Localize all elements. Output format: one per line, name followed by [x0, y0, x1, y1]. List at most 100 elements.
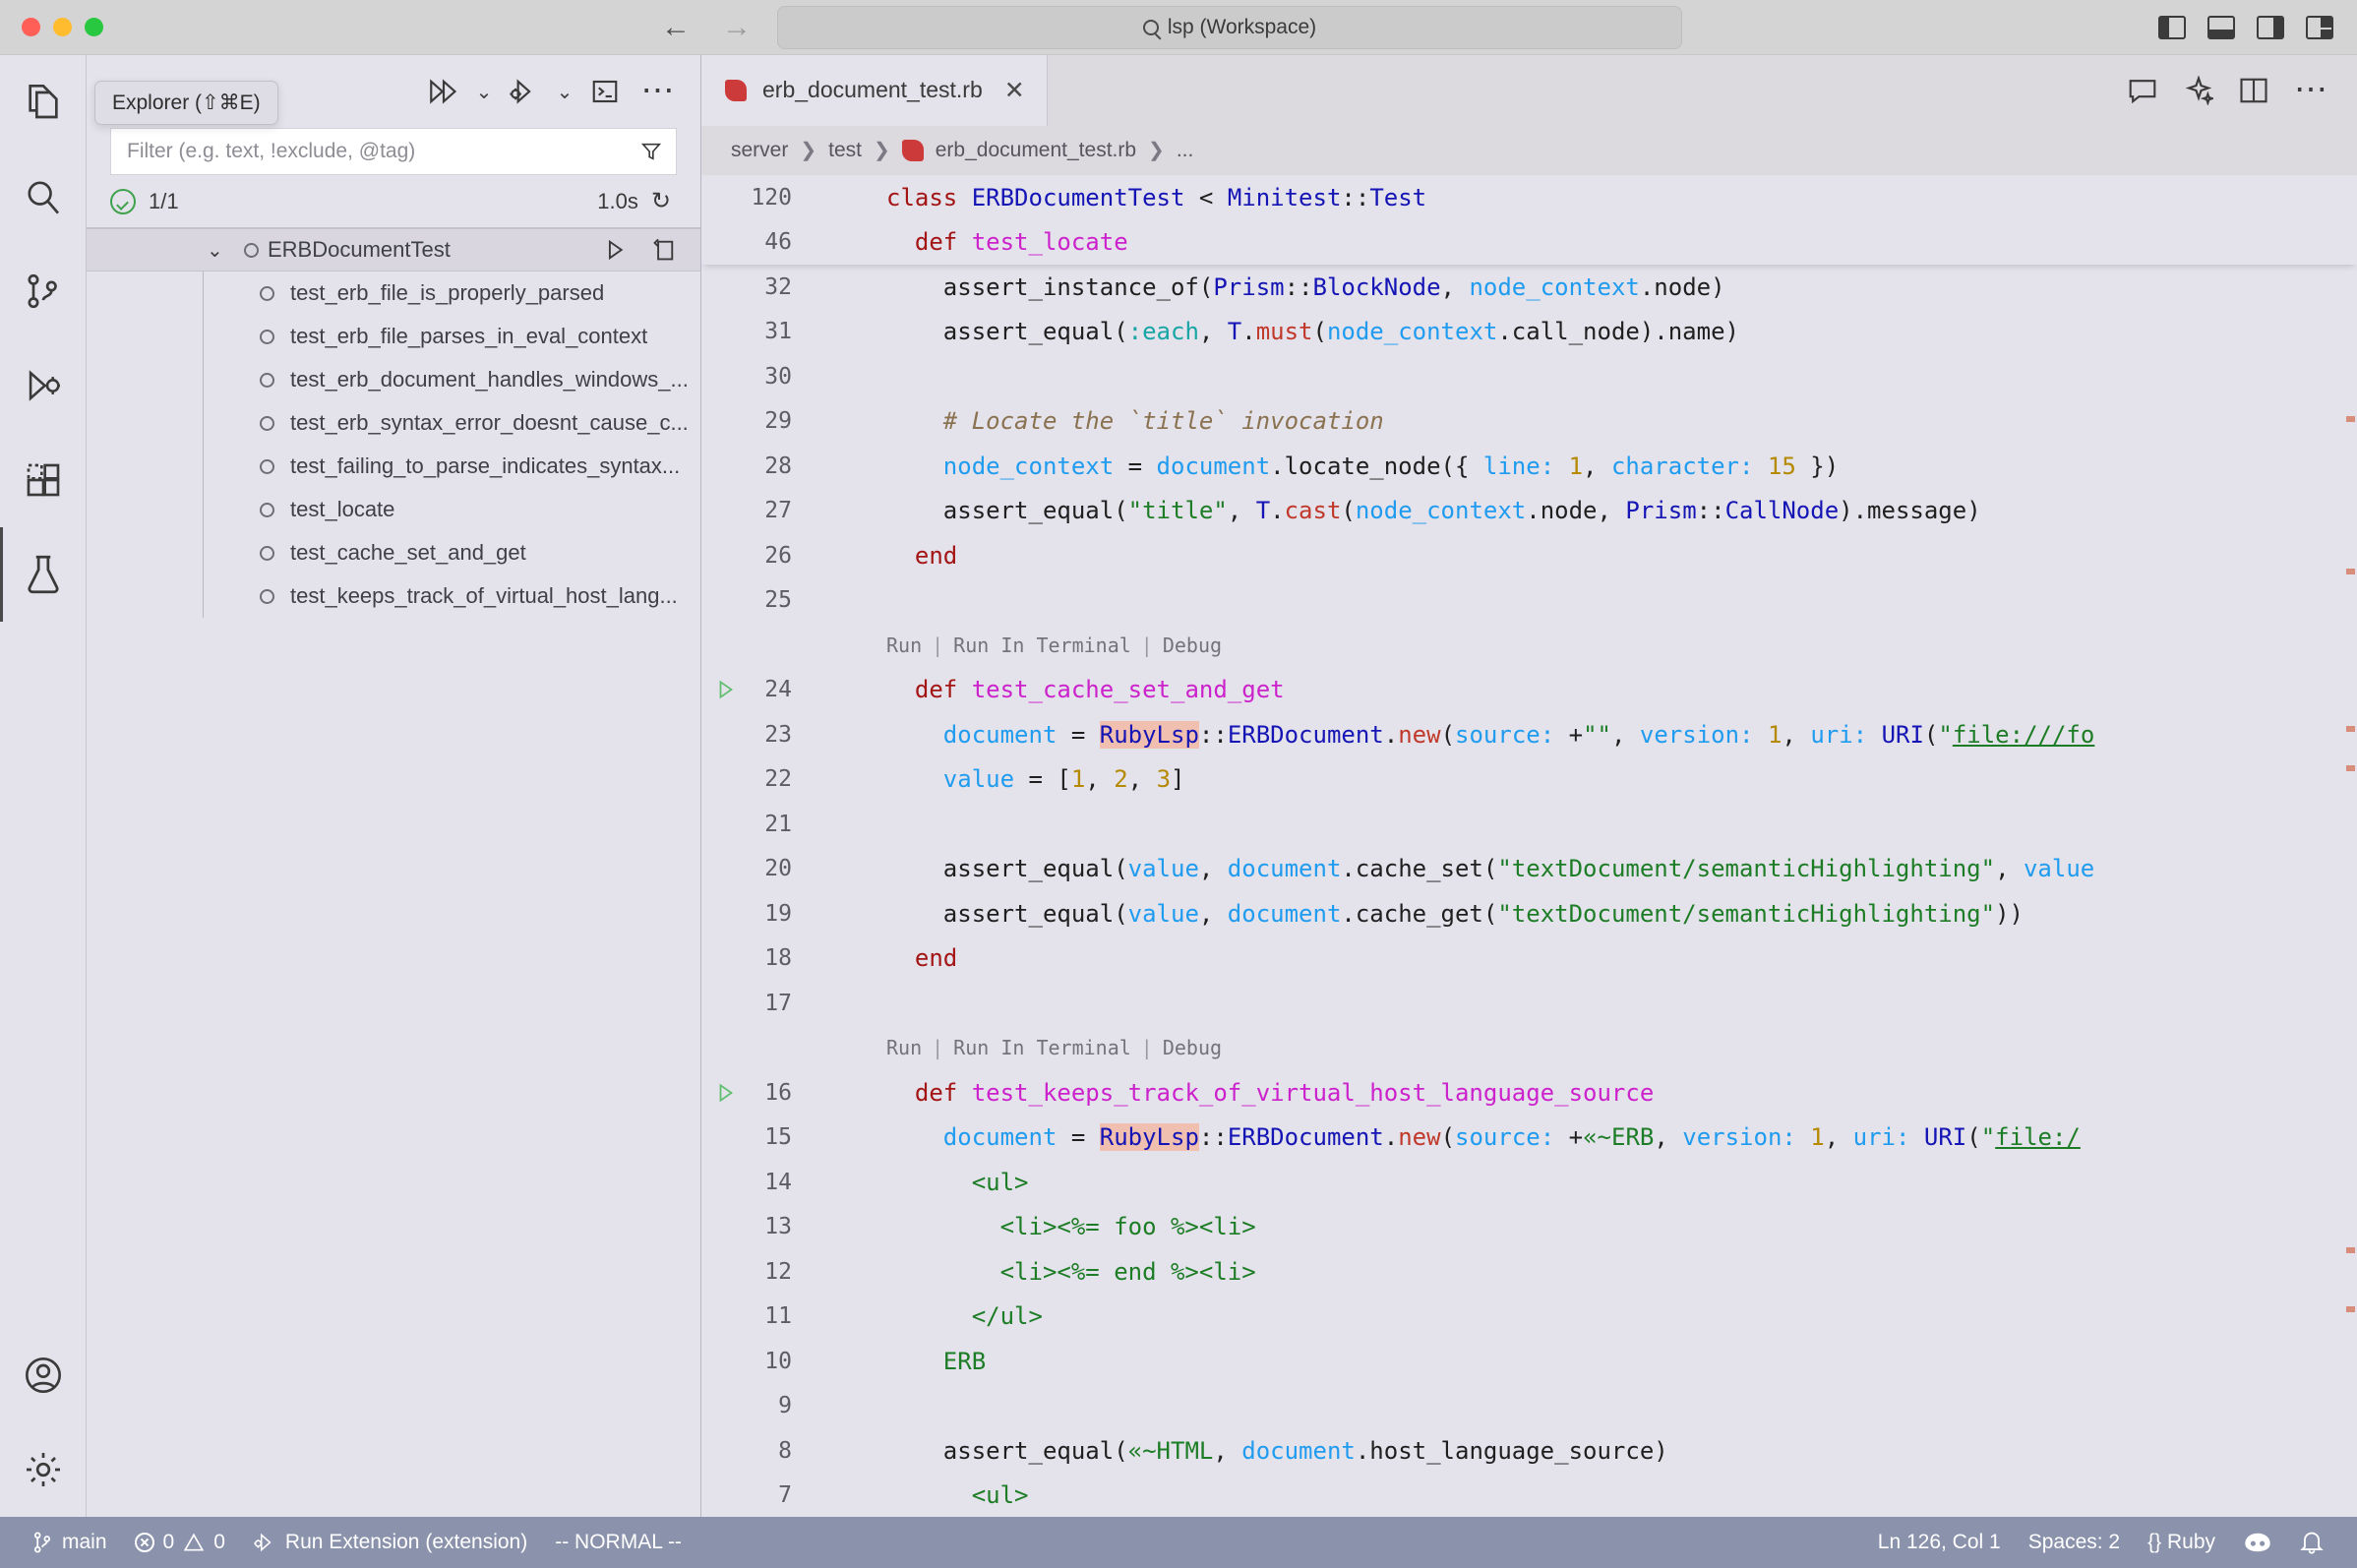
code-line[interactable]: 20 assert_equal(value, document.cache_se…: [701, 846, 2357, 891]
code-line[interactable]: 9: [701, 1383, 2357, 1428]
test-item-row[interactable]: test_erb_syntax_error_doesnt_cause_c...: [87, 401, 700, 445]
code-line[interactable]: 24 def test_cache_set_and_get: [701, 667, 2357, 712]
code-line[interactable]: 19 assert_equal(value, document.cache_ge…: [701, 891, 2357, 936]
test-item-row[interactable]: test_keeps_track_of_virtual_host_lang...: [87, 574, 700, 618]
line-number[interactable]: 26: [701, 543, 827, 569]
line-number[interactable]: 8: [701, 1438, 827, 1464]
breadcrumb-item-3[interactable]: ...: [1177, 139, 1194, 162]
code-line[interactable]: 22 value = [1, 2, 3]: [701, 756, 2357, 802]
run-icon[interactable]: [604, 238, 630, 262]
line-number[interactable]: 29: [701, 408, 827, 434]
maximize-window-button[interactable]: [85, 18, 103, 36]
codelens-action[interactable]: Run In Terminal: [953, 633, 1131, 657]
line-content[interactable]: class ERBDocumentTest < Minitest::Test: [873, 184, 2357, 211]
line-number[interactable]: 120: [701, 185, 827, 211]
codelens-row[interactable]: Run | Run In Terminal | Debug: [701, 1025, 2357, 1070]
code-line[interactable]: 30: [701, 354, 2357, 399]
minimize-window-button[interactable]: [53, 18, 72, 36]
line-content[interactable]: def test_cache_set_and_get: [873, 676, 2357, 703]
accounts-button[interactable]: [0, 1328, 87, 1422]
code-line[interactable]: 21: [701, 802, 2357, 847]
toggle-primary-sidebar-icon[interactable]: [2158, 15, 2186, 39]
close-icon[interactable]: ✕: [1004, 76, 1025, 105]
codelens-row[interactable]: Run | Run In Terminal | Debug: [701, 623, 2357, 668]
line-number[interactable]: 32: [701, 274, 827, 300]
status-branch[interactable]: main: [18, 1517, 121, 1568]
code-line[interactable]: 32 assert_instance_of(Prism::BlockNode, …: [701, 265, 2357, 310]
sidebar-item-explorer[interactable]: [0, 55, 87, 150]
forward-icon[interactable]: →: [722, 12, 752, 42]
code-line[interactable]: 27 assert_equal("title", T.cast(node_con…: [701, 488, 2357, 533]
editor-tab[interactable]: erb_document_test.rb ✕: [701, 55, 1048, 126]
window-controls[interactable]: [0, 18, 103, 36]
line-number[interactable]: 15: [701, 1124, 827, 1150]
code-line[interactable]: 17: [701, 981, 2357, 1026]
line-number[interactable]: 46: [701, 229, 827, 255]
code-line[interactable]: 31 assert_equal(:each, T.must(node_conte…: [701, 309, 2357, 354]
test-item-row[interactable]: test_cache_set_and_get: [87, 531, 700, 574]
line-number[interactable]: 7: [701, 1482, 827, 1508]
code-line[interactable]: 16 def test_keeps_track_of_virtual_host_…: [701, 1070, 2357, 1116]
test-item-row[interactable]: test_erb_file_is_properly_parsed: [87, 271, 700, 315]
line-number[interactable]: 9: [701, 1393, 827, 1418]
status-debug-target[interactable]: Run Extension (extension): [239, 1517, 541, 1568]
line-number[interactable]: 22: [701, 766, 827, 792]
line-content[interactable]: document = RubyLsp::ERBDocument.new(sour…: [873, 720, 2357, 749]
code-line[interactable]: 28 node_context = document.locate_node({…: [701, 444, 2357, 489]
code-line[interactable]: 13 <li><%= foo %><li>: [701, 1204, 2357, 1249]
run-all-tests-button[interactable]: [417, 65, 470, 118]
split-editor-icon[interactable]: [2239, 77, 2268, 104]
sidebar-item-run-and-debug[interactable]: [0, 338, 87, 433]
code-line[interactable]: 23 document = RubyLsp::ERBDocument.new(s…: [701, 712, 2357, 757]
show-test-output-button[interactable]: [578, 65, 632, 118]
breadcrumb-item-2[interactable]: erb_document_test.rb: [936, 139, 1136, 162]
code-line[interactable]: 15 document = RubyLsp::ERBDocument.new(s…: [701, 1115, 2357, 1160]
code-line[interactable]: 11 </ul>: [701, 1294, 2357, 1339]
code-line[interactable]: 120 class ERBDocumentTest < Minitest::Tes…: [701, 175, 2357, 220]
line-content[interactable]: def test_locate: [873, 228, 2357, 256]
code-line[interactable]: 8 assert_equal(«~HTML, document.host_lan…: [701, 1428, 2357, 1474]
line-number[interactable]: 19: [701, 901, 827, 927]
code-line[interactable]: 7 <ul>: [701, 1473, 2357, 1517]
test-item-row[interactable]: test_failing_to_parse_indicates_syntax..…: [87, 445, 700, 488]
line-number[interactable]: 14: [701, 1170, 827, 1195]
status-problems[interactable]: 0 0: [121, 1517, 239, 1568]
test-item-row[interactable]: test_erb_file_parses_in_eval_context: [87, 315, 700, 358]
line-number[interactable]: 23: [701, 722, 827, 748]
chevron-down-icon[interactable]: ⌄: [207, 238, 223, 263]
sidebar-item-extensions[interactable]: [0, 433, 87, 527]
code-line[interactable]: 46 def test_locate: [701, 219, 2357, 265]
sparkle-icon[interactable]: [2184, 75, 2213, 105]
code-line[interactable]: 29 # Locate the `title` invocation: [701, 398, 2357, 444]
status-notifications[interactable]: [2286, 1517, 2337, 1568]
code-editor[interactable]: 120 class ERBDocumentTest < Minitest::Tes…: [701, 174, 2357, 1517]
customize-layout-icon[interactable]: [2306, 15, 2333, 39]
line-content[interactable]: assert_equal(value, document.cache_set("…: [873, 855, 2357, 882]
editor-more-actions-icon[interactable]: ⋯: [2294, 74, 2327, 106]
line-content[interactable]: node_context = document.locate_node({ li…: [873, 452, 2357, 480]
codelens-action[interactable]: Debug: [1163, 633, 1222, 657]
line-number[interactable]: 25: [701, 587, 827, 613]
code-lines[interactable]: 32 assert_instance_of(Prism::BlockNode, …: [701, 175, 2357, 1517]
line-content[interactable]: <li><%= foo %><li>: [873, 1213, 2357, 1240]
code-line[interactable]: 18 end: [701, 935, 2357, 981]
debug-all-tests-button[interactable]: [498, 65, 551, 118]
manage-settings-button[interactable]: [0, 1422, 87, 1517]
line-number[interactable]: 16: [701, 1080, 827, 1106]
line-number[interactable]: 10: [701, 1349, 827, 1374]
test-item-row[interactable]: test_erb_document_handles_windows_...: [87, 358, 700, 401]
breadcrumb-item-0[interactable]: server: [731, 139, 788, 162]
line-content[interactable]: def test_keeps_track_of_virtual_host_lan…: [873, 1079, 2357, 1107]
run-all-dropdown-chevron[interactable]: ⌄: [470, 65, 498, 118]
chat-icon[interactable]: [2127, 77, 2158, 104]
filter-input-placeholder[interactable]: Filter (e.g. text, !exclude, @tag): [127, 140, 633, 163]
codelens-action[interactable]: Run: [886, 1036, 922, 1059]
test-item-row[interactable]: test_locate: [87, 488, 700, 531]
line-number[interactable]: 28: [701, 453, 827, 479]
line-number[interactable]: 11: [701, 1303, 827, 1329]
line-number[interactable]: 17: [701, 991, 827, 1016]
command-center[interactable]: lsp (Workspace): [777, 5, 1682, 49]
status-copilot[interactable]: [2229, 1517, 2286, 1568]
line-content[interactable]: assert_equal(«~HTML, document.host_langu…: [873, 1437, 2357, 1465]
codelens-action[interactable]: Run: [886, 633, 922, 657]
